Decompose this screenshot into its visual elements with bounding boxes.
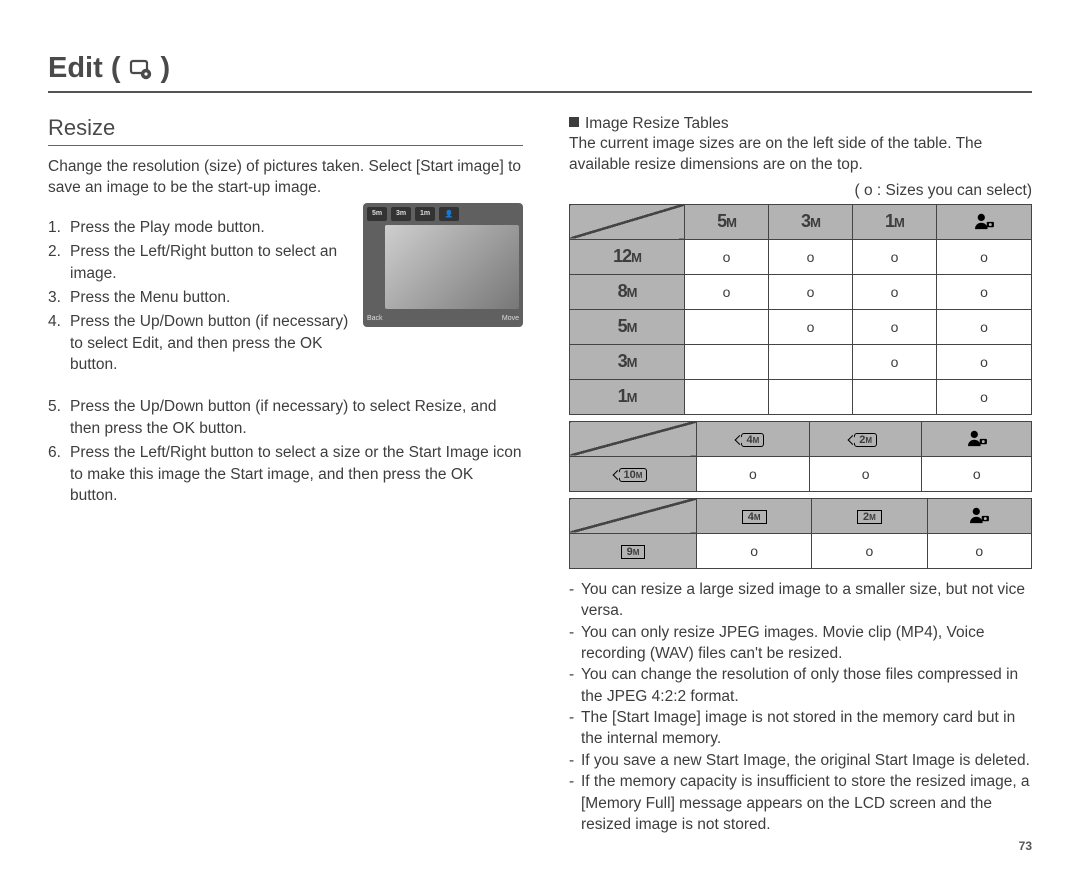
cell — [852, 379, 936, 414]
col-5m: 5M — [685, 204, 769, 239]
row-5m: 5M — [570, 309, 685, 344]
cell: o — [685, 274, 769, 309]
col-4m: 4M — [697, 498, 812, 533]
resize-intro: Change the resolution (size) of pictures… — [48, 156, 523, 199]
steps-list: Press the Play mode button. Press the Le… — [48, 217, 353, 379]
start-image-icon — [966, 429, 988, 449]
col-1m: 1M — [852, 204, 936, 239]
col-start-image — [927, 498, 1031, 533]
tables-heading-text: Image Resize Tables — [585, 115, 729, 132]
tables-legend: ( o : Sizes you can select) — [569, 182, 1032, 200]
diag-cell — [570, 421, 697, 456]
col-3m: 3M — [768, 204, 852, 239]
cell: o — [922, 456, 1032, 491]
cell: o — [852, 309, 936, 344]
step-3: Press the Menu button. — [48, 287, 353, 308]
note: You can only resize JPEG images. Movie c… — [581, 622, 1032, 665]
page-number: 73 — [569, 839, 1032, 853]
cell — [768, 344, 852, 379]
cell: o — [685, 239, 769, 274]
step-5: Press the Up/Down button (if necessary) … — [48, 396, 523, 439]
cell: o — [852, 344, 936, 379]
note: If you save a new Start Image, the origi… — [581, 750, 1030, 771]
note: The [Start Image] image is not stored in… — [581, 707, 1032, 750]
cell — [685, 379, 769, 414]
cell: o — [936, 379, 1031, 414]
page-title-close: ) — [161, 52, 171, 85]
cell — [685, 344, 769, 379]
col-2m-wide: 2M — [809, 421, 922, 456]
thumb-back-label: Back — [367, 315, 383, 322]
row-9m: 9M — [570, 533, 697, 568]
thumb-chip: 3m — [391, 207, 411, 221]
col-4m-wide: 4M — [697, 421, 810, 456]
cell: o — [768, 309, 852, 344]
thumb-photo — [385, 225, 519, 309]
step-6: Press the Left/Right button to select a … — [48, 442, 523, 506]
page-title-text: Edit ( — [48, 52, 121, 85]
start-image-icon — [968, 506, 990, 526]
note: You can change the resolution of only th… — [581, 664, 1032, 707]
tables-desc: The current image sizes are on the left … — [569, 133, 1032, 176]
cell: o — [768, 274, 852, 309]
edit-gear-icon — [129, 57, 153, 81]
col-start-image — [936, 204, 1031, 239]
thumb-chip-person: 👤 — [439, 207, 459, 221]
note: You can resize a large sized image to a … — [581, 579, 1032, 622]
tables-heading: Image Resize Tables — [569, 115, 1032, 133]
cell: o — [812, 533, 927, 568]
camera-lcd-thumbnail: 5m 3m 1m 👤 Back Move — [363, 203, 523, 327]
step-2: Press the Left/Right button to select an… — [48, 241, 353, 284]
cell: o — [697, 456, 810, 491]
diag-cell — [570, 498, 697, 533]
start-image-icon — [973, 212, 995, 232]
resize-heading: Resize — [48, 115, 523, 146]
thumb-chip: 5m — [367, 207, 387, 221]
col-2m: 2M — [812, 498, 927, 533]
cell: o — [936, 344, 1031, 379]
step-4: Press the Up/Down button (if necessary) … — [48, 311, 353, 375]
cell: o — [927, 533, 1031, 568]
cell: o — [936, 274, 1031, 309]
cell: o — [852, 239, 936, 274]
cell: o — [936, 239, 1031, 274]
cell: o — [768, 239, 852, 274]
step-1: Press the Play mode button. — [48, 217, 353, 238]
row-10m-wide: 10M — [570, 456, 697, 491]
steps-list-cont: Press the Up/Down button (if necessary) … — [48, 396, 523, 506]
bullet-square-icon — [569, 117, 579, 127]
row-12m: 12M — [570, 239, 685, 274]
cell: o — [697, 533, 812, 568]
col-start-image — [922, 421, 1032, 456]
cell: o — [936, 309, 1031, 344]
notes-list: -You can resize a large sized image to a… — [569, 579, 1032, 836]
cell — [685, 309, 769, 344]
resize-table-1: 5M 3M 1M 12M o o o o 8M o o — [569, 204, 1032, 415]
row-8m: 8M — [570, 274, 685, 309]
thumb-move-label: Move — [502, 315, 519, 322]
resize-table-3: 4M 2M 9M o o o — [569, 498, 1032, 569]
page-title: Edit ( ) — [48, 52, 1032, 93]
diag-cell — [570, 204, 685, 239]
cell: o — [809, 456, 922, 491]
row-1m: 1M — [570, 379, 685, 414]
row-3m: 3M — [570, 344, 685, 379]
thumb-chip: 1m — [415, 207, 435, 221]
cell: o — [852, 274, 936, 309]
cell — [768, 379, 852, 414]
resize-table-2: 4M 2M 10M o o o — [569, 421, 1032, 492]
note: If the memory capacity is insufficient t… — [581, 771, 1032, 835]
